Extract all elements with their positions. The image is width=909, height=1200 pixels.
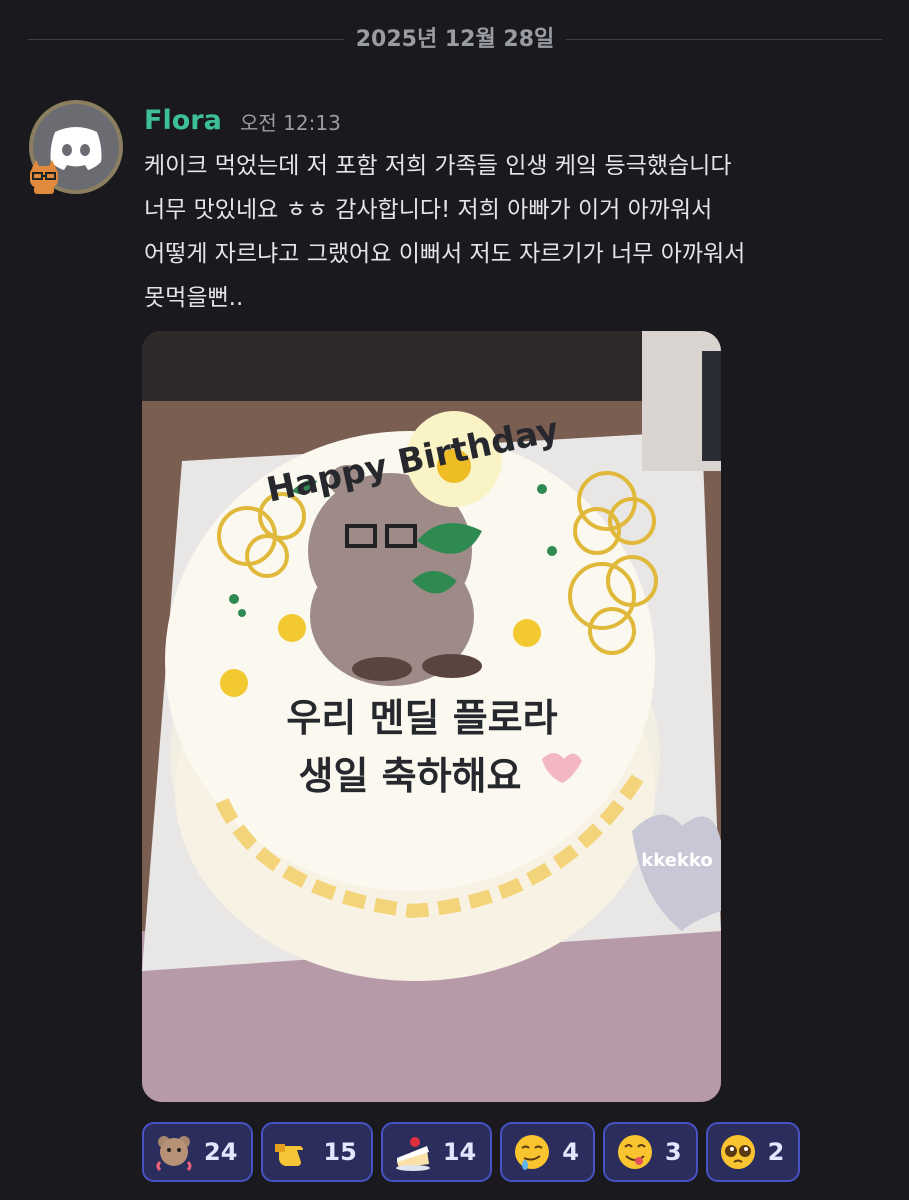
reaction-count: 15: [323, 1138, 357, 1166]
reaction-count: 24: [204, 1138, 238, 1166]
image-attachment[interactable]: Happy Birthday 우리 멘딜 플로라 생일 축하해요 kkekko: [142, 331, 721, 1102]
reaction-drooling-face[interactable]: 4: [500, 1122, 595, 1182]
reaction-pointing-hand[interactable]: 15: [261, 1122, 373, 1182]
date-divider: 2025년 12월 28일: [28, 24, 882, 56]
yum-face-emoji-icon: [617, 1135, 652, 1169]
cat-icon: [30, 160, 58, 194]
cake-slice-emoji-icon: [395, 1137, 430, 1171]
message-text: 케이크 먹었는데 저 포함 저희 가족들 인생 케잌 등극했습니다 너무 맛있네…: [144, 153, 746, 311]
reaction-count: 4: [562, 1138, 579, 1166]
reaction-bear-hug[interactable]: 24: [142, 1122, 254, 1182]
message-timestamp: 오전 12:13: [240, 111, 341, 135]
reaction-cake-slice[interactable]: 14: [380, 1122, 493, 1182]
box-label-text: kkekko: [641, 850, 713, 871]
cake-line1-text: 우리 멘딜 플로라: [286, 696, 557, 740]
pleading-face-emoji-icon: [720, 1135, 755, 1169]
avatar[interactable]: [24, 100, 128, 196]
reaction-count: 3: [664, 1138, 682, 1166]
date-label: 2025년 12월 28일: [355, 27, 555, 52]
bear-hug-emoji-icon: [156, 1136, 192, 1172]
reaction-count: 2: [767, 1138, 785, 1166]
reaction-pleading-face[interactable]: 2: [705, 1122, 801, 1182]
author-name[interactable]: Flora: [144, 103, 222, 139]
reaction-yum-face[interactable]: 3: [602, 1122, 698, 1182]
cake-line2-text: 생일 축하해요: [299, 754, 522, 798]
drooling-face-emoji-icon: [515, 1135, 550, 1170]
reaction-count: 14: [442, 1138, 477, 1166]
pointing-hand-emoji-icon: [275, 1144, 304, 1166]
divider-line-right: [566, 39, 882, 40]
cake-photo: Happy Birthday 우리 멘딜 플로라 생일 축하해요 kkekko: [142, 331, 721, 1102]
reaction-bar: 24 15 14 4 3 2: [142, 1122, 801, 1182]
